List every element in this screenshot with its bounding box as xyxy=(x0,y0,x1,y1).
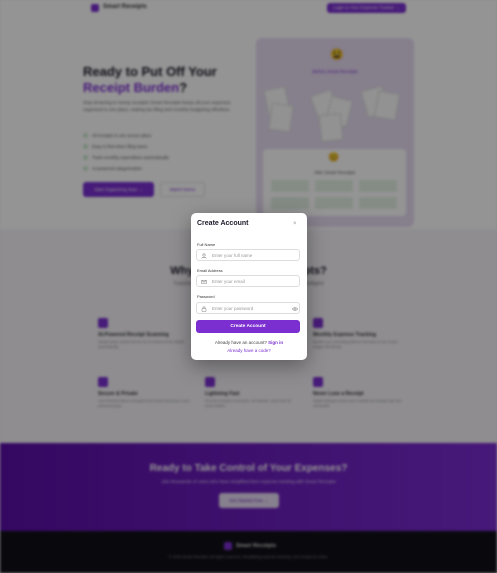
full-name-field[interactable] xyxy=(196,249,300,261)
email-label: Email Address xyxy=(197,268,223,273)
modal-title: Create Account xyxy=(197,220,249,227)
sign-in-link[interactable]: Sign in xyxy=(268,340,283,345)
account-prompt: Already have an account? Sign in xyxy=(214,340,284,345)
email-input[interactable] xyxy=(212,277,287,286)
mail-icon xyxy=(201,279,207,285)
eye-icon[interactable] xyxy=(292,306,298,312)
full-name-label: Full Name xyxy=(197,242,216,247)
email-field[interactable] xyxy=(196,275,300,287)
have-code-link[interactable]: Already have a code? xyxy=(191,348,307,353)
create-account-button[interactable]: Create Account xyxy=(196,320,300,333)
close-icon[interactable]: × xyxy=(293,221,297,227)
password-label: Password xyxy=(197,294,215,299)
create-account-modal: Create Account × Full Name Email Address… xyxy=(191,213,307,360)
user-icon xyxy=(201,253,207,259)
password-input[interactable] xyxy=(212,304,287,313)
full-name-input[interactable] xyxy=(212,251,287,260)
password-field[interactable] xyxy=(196,302,300,314)
lock-icon xyxy=(201,306,207,312)
